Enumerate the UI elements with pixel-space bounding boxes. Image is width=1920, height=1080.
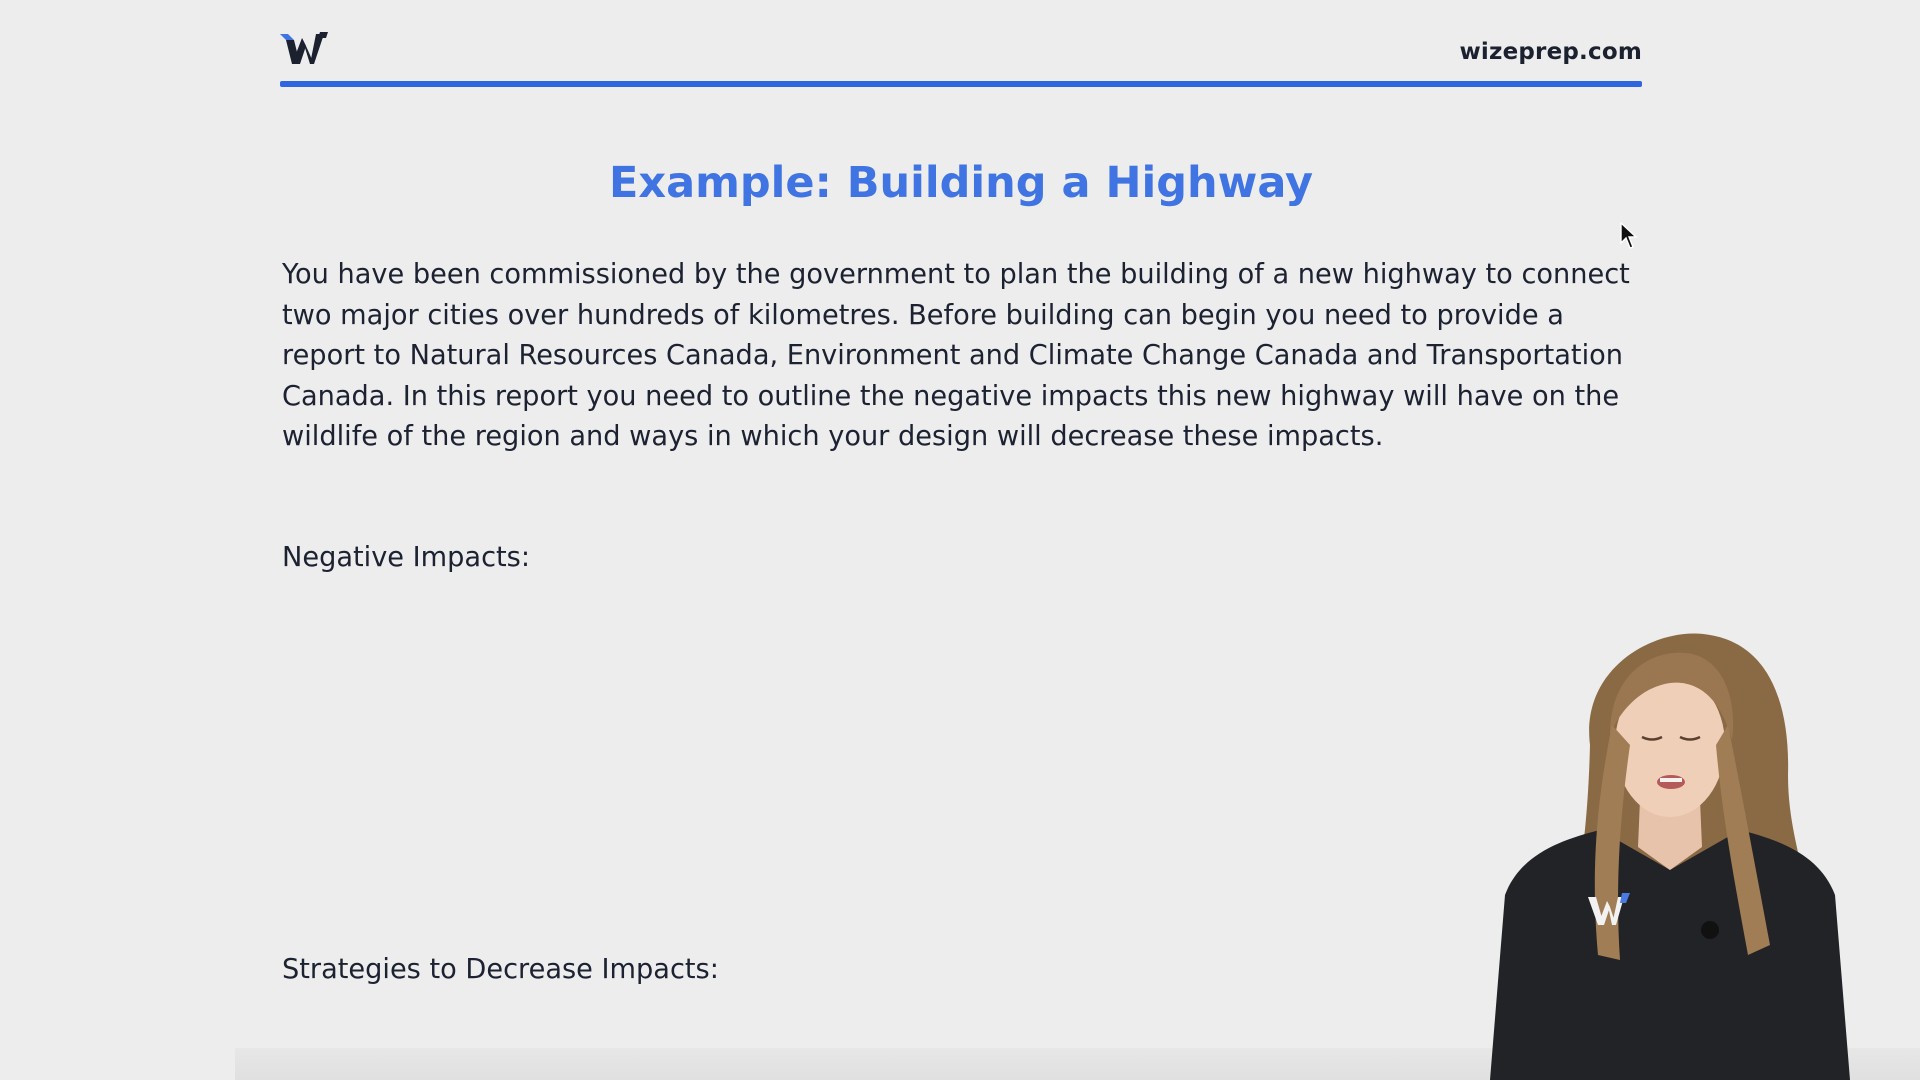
site-url: wizeprep.com [1459,39,1642,65]
slide-body-text: You have been commissioned by the govern… [282,259,1630,452]
slide-header: wizeprep.com [280,28,1642,88]
mouse-pointer-icon [1620,222,1638,249]
slide-page: wizeprep.com Example: Building a Highway… [0,0,1920,1080]
negative-impacts-heading: Negative Impacts: [282,542,531,573]
wizeprep-logo-icon [280,32,328,64]
header-divider [280,81,1642,87]
presenter-webcam [1490,633,1850,1080]
slide-title: Example: Building a Highway [608,158,1314,208]
strategies-heading: Strategies to Decrease Impacts: [282,954,719,985]
